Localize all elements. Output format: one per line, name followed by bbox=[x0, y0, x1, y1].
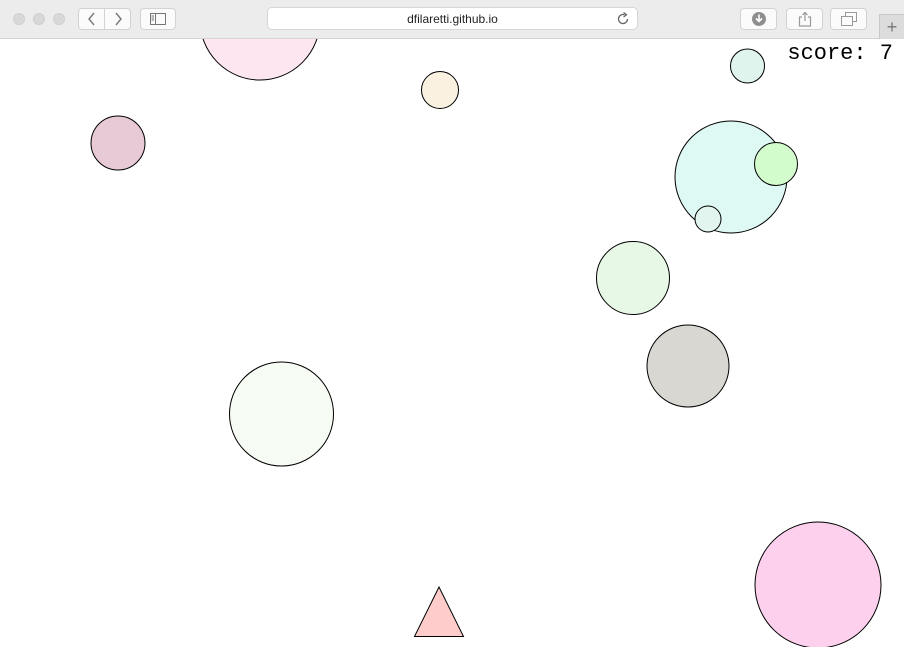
grey-ball bbox=[646, 324, 730, 408]
close-window-button[interactable] bbox=[13, 13, 25, 25]
new-tab-button[interactable]: + bbox=[879, 14, 904, 39]
navigation-buttons bbox=[78, 8, 131, 30]
tabs-icon bbox=[840, 12, 857, 26]
cream-ball bbox=[421, 71, 459, 109]
page-content: score: 7 bbox=[0, 39, 904, 647]
pink-ball-top bbox=[202, 39, 318, 81]
downloads-button[interactable] bbox=[740, 8, 777, 30]
game-canvas[interactable] bbox=[0, 39, 904, 647]
browser-toolbar: dfilaretti.github.io + bbox=[0, 0, 904, 39]
pale-green-ball bbox=[229, 361, 334, 467]
minimize-window-button[interactable] bbox=[33, 13, 45, 25]
chevron-right-icon bbox=[115, 12, 122, 26]
player-ship[interactable] bbox=[413, 585, 465, 637]
share-button[interactable] bbox=[786, 8, 823, 30]
pink-ball-large bbox=[754, 521, 882, 647]
score-display: score: 7 bbox=[787, 41, 893, 66]
download-icon bbox=[751, 12, 766, 26]
chevron-left-icon bbox=[87, 12, 95, 26]
reload-icon[interactable] bbox=[615, 11, 631, 27]
teal-ball-small bbox=[730, 48, 765, 84]
back-button[interactable] bbox=[79, 9, 105, 29]
browser-window: dfilaretti.github.io + score: 7 bbox=[0, 0, 904, 647]
mauve-ball bbox=[90, 115, 146, 171]
sidebar-button[interactable] bbox=[140, 8, 176, 30]
mint-ball bbox=[596, 241, 670, 315]
plus-icon: + bbox=[886, 16, 898, 37]
address-bar[interactable]: dfilaretti.github.io bbox=[267, 7, 638, 30]
url-text: dfilaretti.github.io bbox=[407, 11, 498, 26]
sidebar-icon bbox=[150, 13, 166, 25]
zoom-window-button[interactable] bbox=[53, 13, 65, 25]
green-ball-small bbox=[754, 142, 798, 186]
share-icon bbox=[798, 11, 811, 27]
show-tabs-button[interactable] bbox=[830, 8, 867, 30]
forward-button[interactable] bbox=[105, 9, 131, 29]
tiny-ball bbox=[694, 205, 722, 233]
